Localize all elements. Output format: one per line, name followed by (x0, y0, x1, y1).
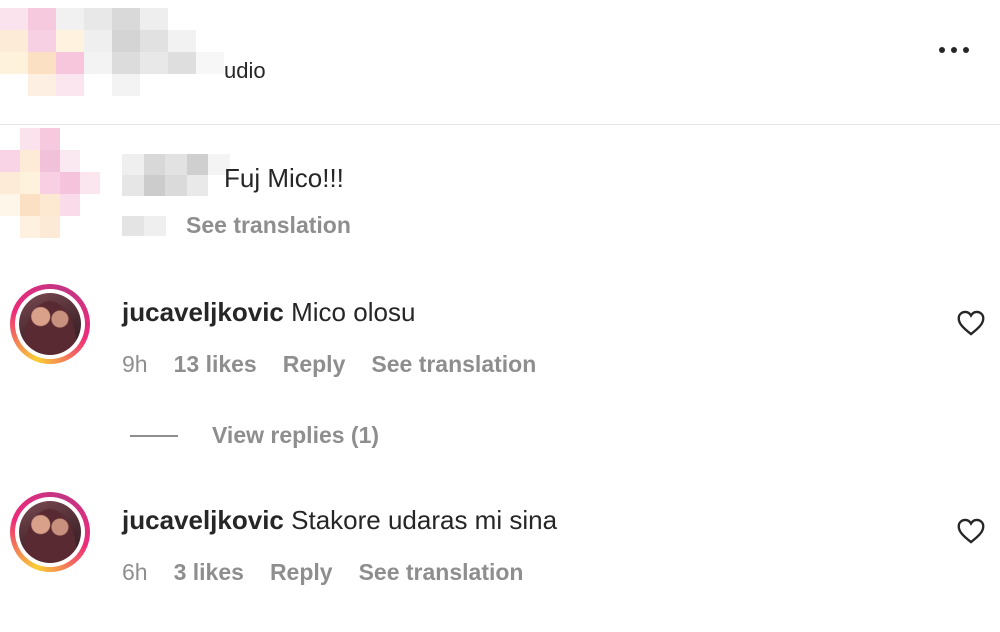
more-options-icon[interactable] (936, 38, 972, 62)
comment-2-username[interactable]: jucaveljkovic (122, 505, 284, 535)
comment-1-avatar[interactable] (10, 284, 90, 364)
comment-2-see-translation-button[interactable]: See translation (359, 559, 524, 586)
comment-1-view-replies-button[interactable]: View replies (1) (130, 422, 379, 449)
caption-see-translation-button[interactable]: See translation (186, 212, 351, 239)
view-replies-label: View replies (1) (212, 422, 380, 448)
comment-1-meta: 9h 13 likes Reply See translation (122, 351, 536, 378)
header-divider (0, 124, 1000, 125)
blurred-header-avatar (0, 8, 224, 96)
comment-1-line: jucaveljkovic Mico olosu (122, 297, 415, 328)
comment-2-heart-icon[interactable] (957, 518, 985, 544)
blurred-caption-username (122, 154, 230, 196)
caption-text: Fuj Mico!!! (224, 163, 344, 193)
comment-1-see-translation-button[interactable]: See translation (371, 351, 536, 378)
comment-2-reply-button[interactable]: Reply (270, 559, 333, 586)
header-subtitle: udio (224, 58, 266, 83)
comment-2-avatar[interactable] (10, 492, 90, 572)
comment-2-meta: 6h 3 likes Reply See translation (122, 559, 523, 586)
comment-1-reply-button[interactable]: Reply (283, 351, 346, 378)
comment-1-text: Mico olosu (291, 297, 416, 327)
comment-2-line: jucaveljkovic Stakore udaras mi sina (122, 505, 557, 536)
comment-1-time: 9h (122, 351, 148, 377)
blurred-caption-time (122, 216, 166, 236)
comment-1-heart-icon[interactable] (957, 310, 985, 336)
comment-2-likes-button[interactable]: 3 likes (174, 559, 244, 586)
replies-divider-line (130, 434, 178, 437)
comment-2-text: Stakore udaras mi sina (291, 505, 558, 535)
blurred-caption-avatar (0, 128, 100, 238)
comment-1-username[interactable]: jucaveljkovic (122, 297, 284, 327)
comment-2-time: 6h (122, 559, 148, 585)
comment-1-likes-button[interactable]: 13 likes (174, 351, 257, 378)
